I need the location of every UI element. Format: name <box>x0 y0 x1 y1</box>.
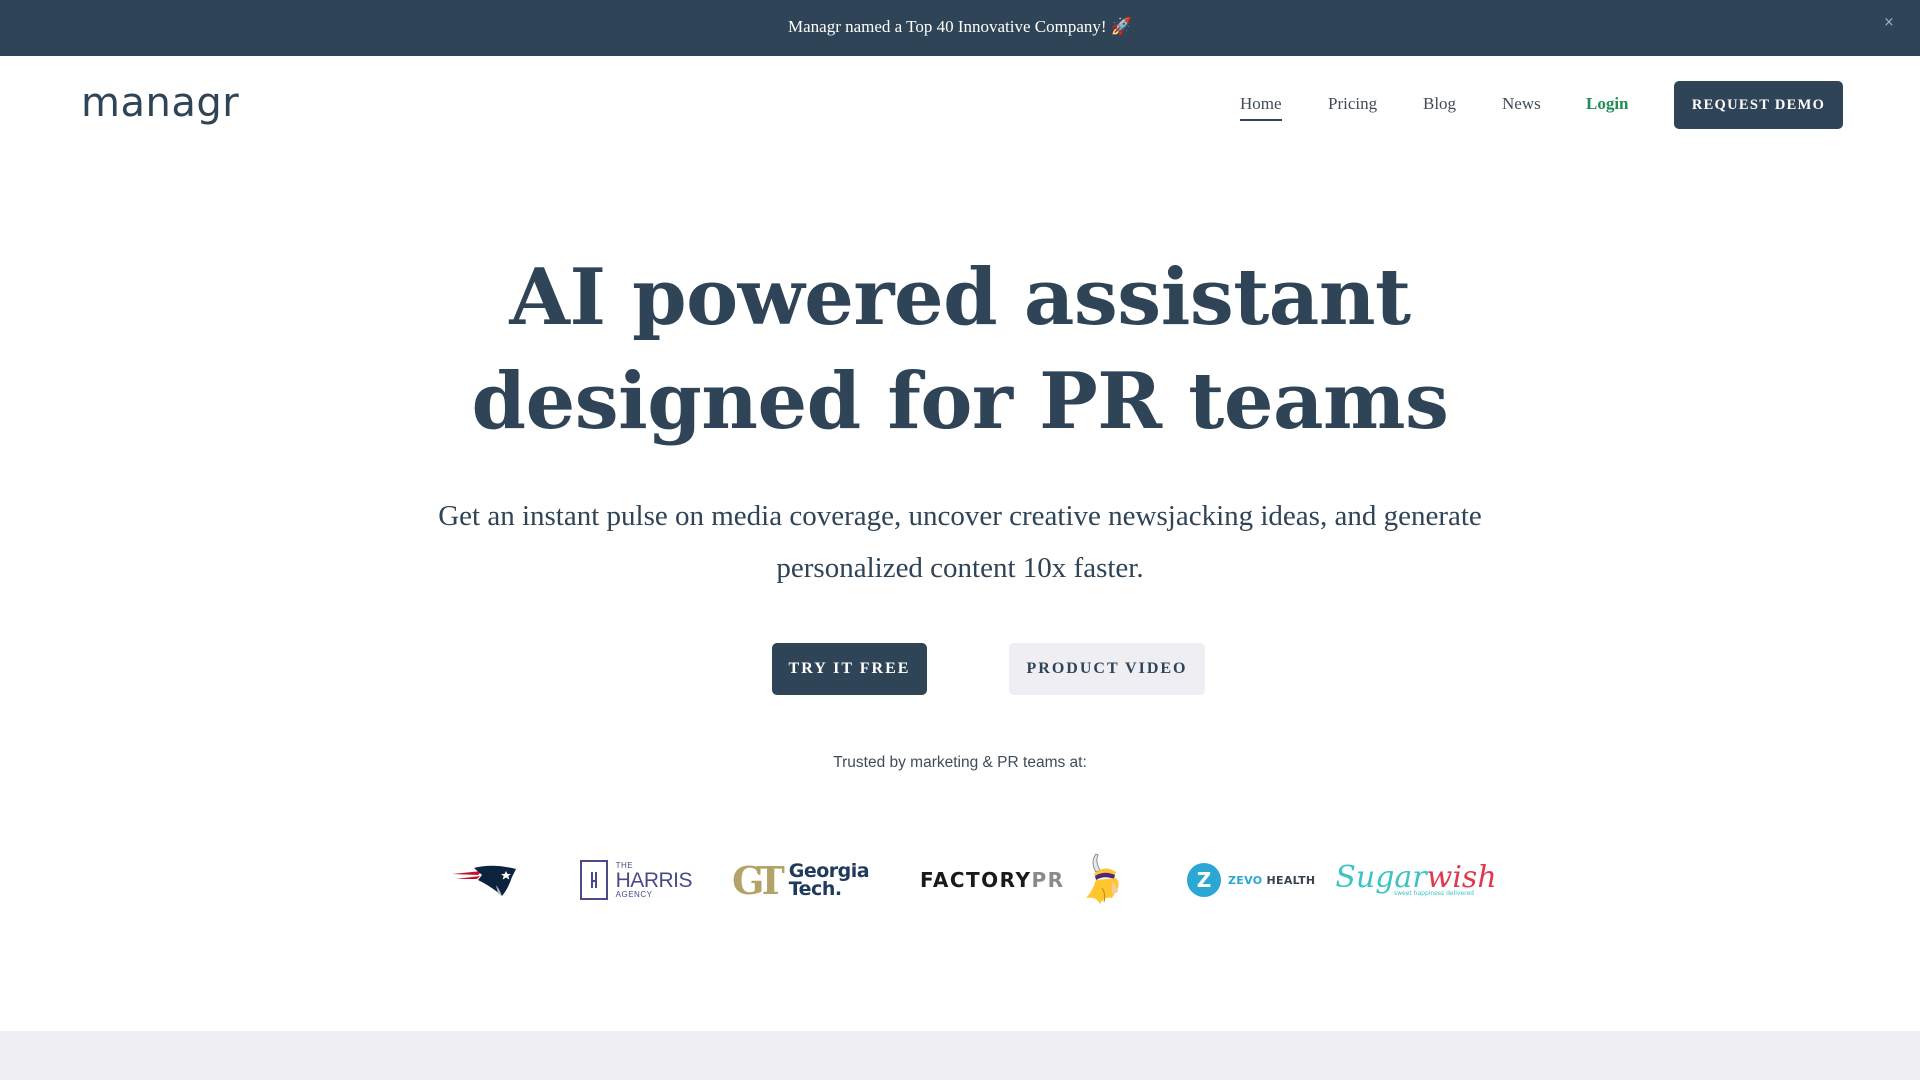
nav-pricing[interactable]: Pricing <box>1328 92 1377 116</box>
factory-pr-text: PR <box>1031 868 1065 892</box>
nav-blog[interactable]: Blog <box>1423 92 1456 116</box>
nav-login[interactable]: Login <box>1586 92 1629 116</box>
harris-name: HARRIS <box>615 868 693 892</box>
hero-title-line-2: designed for PR teams <box>471 356 1449 447</box>
sugarwish-tagline: sweet happiness delivered <box>1393 890 1474 897</box>
gt-mark-icon: GT <box>732 857 785 903</box>
announcement-banner: Managr named a Top 40 Innovative Company… <box>0 0 1920 56</box>
vikings-logo-icon <box>1086 853 1119 904</box>
zevo-mark-icon: Z <box>1187 863 1221 897</box>
zevo-text: ZEVO <box>1228 873 1263 887</box>
product-video-button[interactable]: PRODUCT VIDEO <box>1009 643 1205 695</box>
client-logos: THE HARRIS AGENCY GT Georgia Tech. FACTO… <box>0 845 1920 915</box>
hero-subtitle-line-2: personalized content 10x faster. <box>776 552 1144 584</box>
main-nav: Home Pricing Blog News Login <box>0 92 1920 121</box>
harris-agency-text: AGENCY <box>615 889 653 899</box>
try-it-free-button[interactable]: TRY IT FREE <box>772 643 927 695</box>
close-icon[interactable]: × <box>1880 14 1898 32</box>
harris-mark-icon <box>580 860 608 900</box>
sugarwish-logo: Sugarwish sweet happiness delivered <box>1335 845 1496 915</box>
patriots-logo <box>452 845 522 915</box>
factory-pr-logo: FACTORY PR <box>920 845 1063 915</box>
harris-agency-logo: THE HARRIS AGENCY <box>580 845 693 915</box>
gt-line-2: Tech. <box>788 878 842 900</box>
request-demo-button[interactable]: REQUEST DEMO <box>1674 81 1843 129</box>
georgia-tech-logo: GT Georgia Tech. <box>732 845 870 915</box>
zevo-health-logo: Z ZEVO HEALTH <box>1187 845 1317 915</box>
hero-subtitle-line-1: Get an instant pulse on media coverage, … <box>438 500 1482 532</box>
vikings-logo <box>1082 845 1128 915</box>
trusted-by-label: Trusted by marketing & PR teams at: <box>833 754 1087 771</box>
hero-title-line-1: AI powered assistant <box>509 252 1411 343</box>
patriots-logo-icon <box>452 865 516 896</box>
nav-news[interactable]: News <box>1502 92 1541 116</box>
health-text: HEALTH <box>1262 873 1316 887</box>
next-section-band <box>0 1031 1920 1080</box>
hero-title: AI powered assistant designed for PR tea… <box>0 246 1920 454</box>
factory-text: FACTORY <box>920 868 1032 892</box>
announcement-text[interactable]: Managr named a Top 40 Innovative Company… <box>0 16 1920 38</box>
nav-home[interactable]: Home <box>1240 92 1282 121</box>
hero-subtitle: Get an instant pulse on media coverage, … <box>0 490 1920 594</box>
